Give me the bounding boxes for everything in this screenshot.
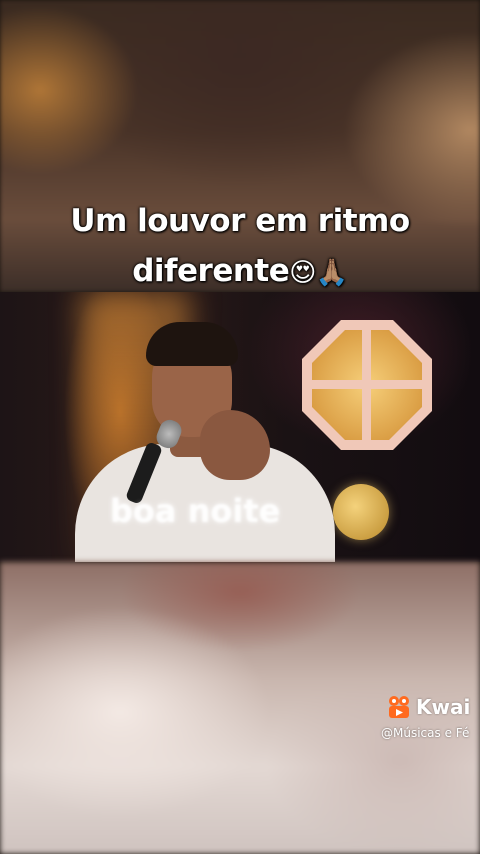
video-post-screen[interactable]: Um louvor em ritmo diferente😍🙏🏽 boa noit… [0, 0, 480, 854]
kwai-brand-text: Kwai [416, 695, 471, 719]
moon-prop [333, 484, 389, 540]
kwai-account-handle: @Músicas e Fé [381, 726, 470, 740]
video-frame[interactable]: boa noite [0, 292, 480, 562]
singer-hand [200, 410, 270, 480]
post-caption: Um louvor em ritmo diferente😍🙏🏽 [0, 196, 480, 298]
octagon-window-bar-horizontal [312, 380, 422, 389]
singer-hair [146, 322, 238, 366]
caption-emoji: 😍🙏🏽 [289, 258, 348, 288]
video-overlay-text: boa noite [110, 492, 281, 530]
caption-line-1: Um louvor em ritmo [70, 203, 410, 239]
kwai-watermark: Kwai [386, 694, 470, 720]
caption-line-2-text: diferente [132, 253, 290, 289]
caption-line-2: diferente😍🙏🏽 [0, 246, 480, 298]
kwai-logo-icon [389, 696, 409, 718]
